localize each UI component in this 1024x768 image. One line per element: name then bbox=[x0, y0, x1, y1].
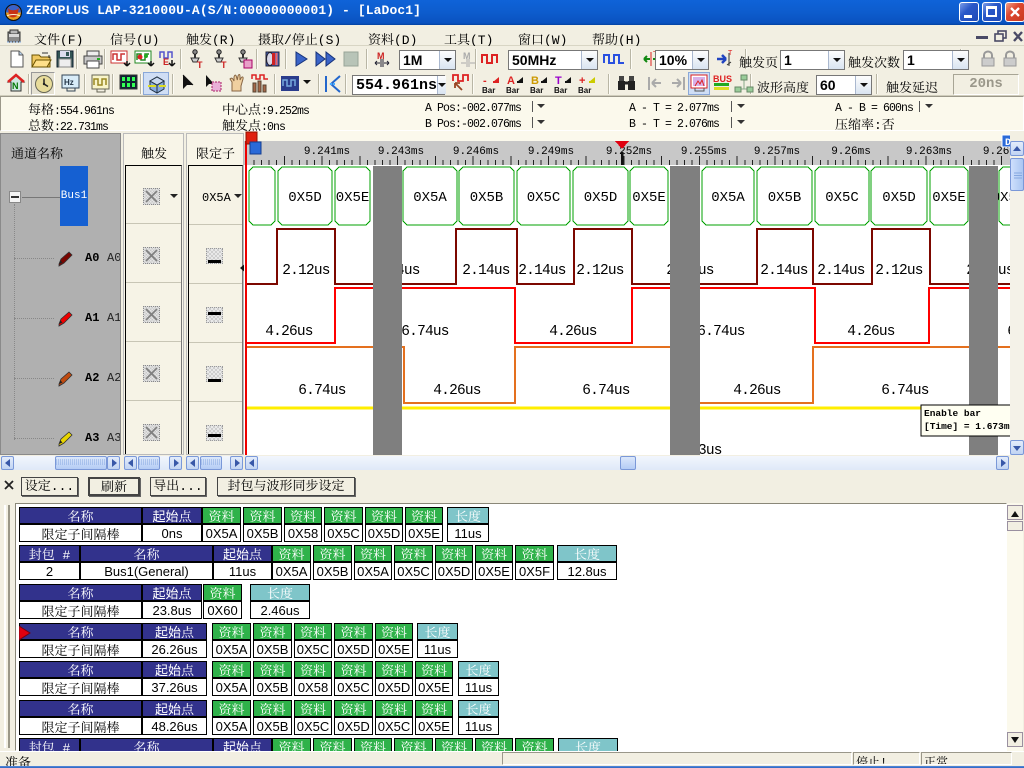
svg-text:2.14us: 2.14us bbox=[817, 263, 865, 279]
svg-text:Bar: Bar bbox=[530, 86, 543, 94]
svg-text:4.26us: 4.26us bbox=[433, 383, 481, 399]
svg-text:0X5A: 0X5A bbox=[413, 190, 447, 206]
svg-text:2.14us: 2.14us bbox=[760, 263, 808, 279]
svg-text:6.74us: 6.74us bbox=[697, 324, 745, 340]
svg-text:T: T bbox=[197, 60, 203, 69]
svg-text:2.12us: 2.12us bbox=[576, 263, 624, 279]
svg-text:6.74us: 6.74us bbox=[582, 383, 630, 399]
svg-text:Bar: Bar bbox=[554, 86, 567, 94]
svg-text:2.14us: 2.14us bbox=[518, 263, 566, 279]
svg-text:9.263ms: 9.263ms bbox=[906, 146, 952, 158]
svg-text:0X5C: 0X5C bbox=[527, 190, 561, 206]
svg-text:Bar: Bar bbox=[506, 86, 519, 94]
svg-text:T: T bbox=[221, 60, 227, 69]
svg-text:2.12us: 2.12us bbox=[875, 263, 923, 279]
svg-text:9.243ms: 9.243ms bbox=[378, 146, 424, 158]
svg-text:Hz: Hz bbox=[64, 78, 74, 87]
svg-text:9.255ms: 9.255ms bbox=[681, 146, 727, 158]
svg-text:0X5D: 0X5D bbox=[882, 190, 916, 206]
svg-text:9.257ms: 9.257ms bbox=[754, 146, 800, 158]
svg-text:4.26us: 4.26us bbox=[847, 324, 895, 340]
svg-text:Bar: Bar bbox=[482, 86, 495, 94]
svg-text:2.14us: 2.14us bbox=[462, 263, 510, 279]
svg-text:2.12us: 2.12us bbox=[282, 263, 330, 279]
svg-text:Bar: Bar bbox=[578, 86, 591, 94]
svg-text:3us: 3us bbox=[698, 443, 722, 455]
svg-text:0X5E: 0X5E bbox=[632, 190, 666, 206]
svg-text:0X5D: 0X5D bbox=[584, 190, 618, 206]
svg-text:0X5B: 0X5B bbox=[768, 190, 802, 206]
svg-text:0X5B: 0X5B bbox=[470, 190, 504, 206]
svg-text:N: N bbox=[12, 81, 19, 91]
svg-text:0X5A: 0X5A bbox=[711, 190, 745, 206]
svg-text:0X5E: 0X5E bbox=[932, 190, 966, 206]
svg-text:E: E bbox=[163, 57, 169, 67]
svg-text:[Time] = 1.673ms: [Time] = 1.673ms bbox=[924, 421, 1010, 432]
svg-text:0X5D: 0X5D bbox=[288, 190, 322, 206]
svg-text:6.74us: 6.74us bbox=[298, 383, 346, 399]
svg-text:0X5C: 0X5C bbox=[825, 190, 859, 206]
svg-text:4.26us: 4.26us bbox=[265, 324, 313, 340]
svg-text:BUS: BUS bbox=[713, 74, 732, 84]
svg-text:4.26us: 4.26us bbox=[549, 324, 597, 340]
svg-text:9.252ms: 9.252ms bbox=[606, 146, 652, 158]
svg-text:6.74us: 6.74us bbox=[401, 324, 449, 340]
svg-text:4.26us: 4.26us bbox=[733, 383, 781, 399]
svg-text:Enable bar: Enable bar bbox=[924, 408, 981, 419]
svg-text:T: T bbox=[728, 50, 733, 57]
svg-text:0X5E: 0X5E bbox=[336, 190, 370, 206]
svg-text:9.249ms: 9.249ms bbox=[528, 146, 574, 158]
svg-text:9.26ms: 9.26ms bbox=[831, 146, 871, 158]
svg-text:9.241ms: 9.241ms bbox=[304, 146, 350, 158]
svg-text:9.246ms: 9.246ms bbox=[453, 146, 499, 158]
svg-text:6.74us: 6.74us bbox=[881, 383, 929, 399]
